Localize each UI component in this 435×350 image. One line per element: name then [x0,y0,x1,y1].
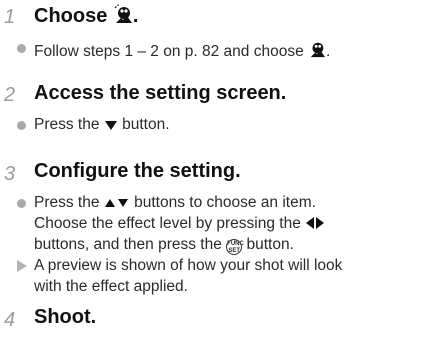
left-right-arrows-icon [305,216,325,230]
result-line: with the effect applied. [34,278,188,295]
instruction-line: Press the button. [34,116,170,133]
bullet [17,44,26,53]
step-title: Access the setting screen. [34,82,287,104]
bullet [17,121,26,130]
bullet [17,199,26,208]
result-marker-icon [17,260,27,272]
func-set-button-icon: FUNC SET [226,239,244,255]
fisheye-effect-icon [113,4,133,24]
step-title: Choose . [34,4,139,27]
result-line: A preview is shown of how your shot will… [34,257,343,274]
step-title: Shoot. [34,306,97,328]
fisheye-effect-icon [308,40,326,58]
instruction-line: Press the buttons to choose an item. [34,194,316,211]
instruction-line: buttons, and then press the FUNC SET butt… [34,236,294,255]
instruction-line: Follow steps 1 – 2 on p. 82 and choose . [34,40,330,61]
step-number: 3 [4,163,16,185]
instruction-line: Choose the effect level by pressing the [34,215,325,233]
step-number: 2 [4,84,16,106]
step-number: 1 [4,6,16,28]
up-down-arrows-icon [104,197,130,209]
step-number: 4 [4,309,16,331]
down-arrow-icon [104,119,118,131]
step-title: Configure the setting. [34,160,241,182]
